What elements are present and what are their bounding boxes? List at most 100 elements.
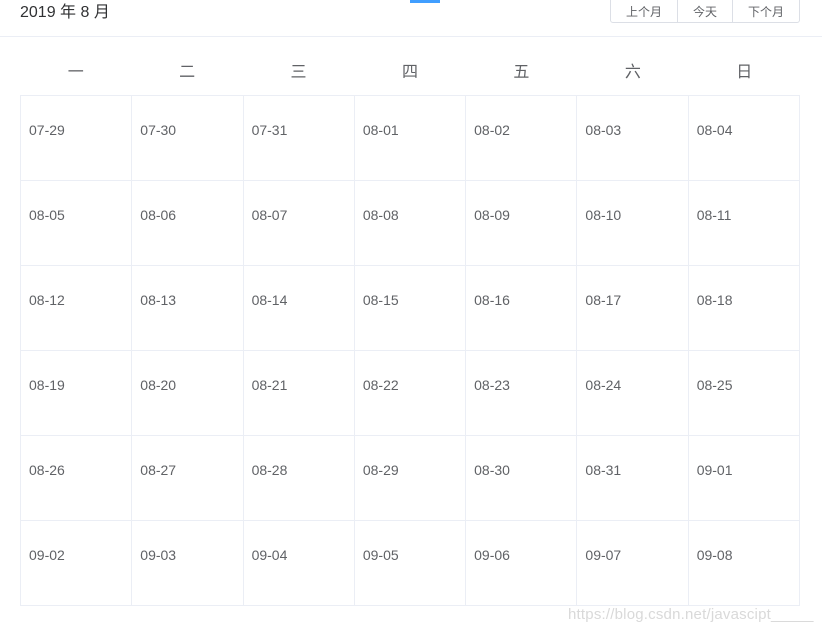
calendar-day-cell[interactable]: 08-13 — [131, 265, 244, 351]
calendar-day-label: 08-30 — [474, 462, 510, 478]
calendar-day-cell[interactable]: 08-03 — [576, 95, 689, 181]
calendar-day-cell[interactable]: 08-04 — [687, 95, 801, 181]
calendar-week-row: 09-02 09-03 09-04 09-05 09-06 09-07 09-08 — [19, 520, 801, 606]
calendar-day-label: 07-29 — [29, 122, 65, 138]
today-button[interactable]: 今天 — [678, 0, 733, 22]
calendar-day-label: 08-26 — [29, 462, 65, 478]
calendar-day-label: 08-24 — [585, 377, 622, 393]
calendar-day-cell[interactable]: 08-10 — [576, 180, 689, 266]
calendar-day-label: 08-09 — [474, 207, 510, 223]
weekday-mon: 一 — [67, 64, 84, 81]
calendar-day-label: 08-22 — [362, 377, 399, 393]
calendar-day-label: 07-31 — [251, 122, 288, 138]
calendar-day-label: 08-06 — [140, 207, 177, 223]
calendar-day-cell[interactable]: 08-15 — [353, 265, 467, 351]
calendar-day-label: 08-04 — [696, 122, 733, 138]
weekday-sun: 日 — [736, 64, 753, 81]
calendar-day-label: 08-10 — [585, 207, 622, 223]
prev-month-button[interactable]: 上个月 — [611, 0, 678, 22]
calendar-day-cell[interactable]: 08-27 — [131, 435, 244, 521]
calendar-day-label: 08-14 — [251, 292, 288, 308]
calendar-grid: 07-29 07-30 07-31 08-01 08-02 08-03 08-04 08-05… — [19, 95, 801, 606]
calendar-day-cell[interactable]: 08-24 — [576, 350, 689, 436]
calendar-day-cell[interactable]: 08-23 — [465, 350, 578, 436]
calendar-day-cell[interactable]: 08-22 — [353, 350, 467, 436]
calendar-week-row: 08-12 08-13 08-14 08-15 08-16 08-17 08-18 — [19, 265, 801, 351]
weekday-thu: 四 — [401, 64, 418, 81]
calendar-day-cell[interactable]: 09-04 — [242, 520, 355, 606]
calendar-day-cell[interactable]: 09-08 — [687, 520, 801, 606]
calendar-day-label: 08-25 — [696, 377, 733, 393]
calendar-day-cell[interactable]: 08-17 — [576, 265, 689, 351]
calendar-day-cell[interactable]: 08-16 — [465, 265, 578, 351]
calendar-day-label: 08-05 — [29, 207, 65, 223]
calendar-day-cell[interactable]: 09-02 — [19, 520, 133, 606]
calendar-week-row: 08-26 08-27 08-28 08-29 08-30 08-31 09-01 — [19, 435, 801, 521]
calendar-day-label: 09-03 — [140, 547, 177, 563]
calendar-day-label: 09-08 — [696, 547, 733, 563]
calendar-day-cell[interactable]: 08-19 — [19, 350, 133, 436]
calendar-day-label: 08-01 — [362, 122, 399, 138]
calendar-day-label: 08-20 — [140, 377, 177, 393]
calendar-day-cell[interactable]: 08-31 — [576, 435, 689, 521]
calendar-day-cell[interactable]: 08-21 — [242, 350, 355, 436]
calendar-day-cell[interactable]: 08-09 — [465, 180, 578, 266]
calendar-day-label: 08-29 — [362, 462, 399, 478]
calendar-day-label: 08-17 — [585, 292, 622, 308]
calendar-day-label: 09-04 — [251, 547, 288, 563]
weekday-wed: 三 — [290, 64, 307, 81]
watermark: https://blog.csdn.net/javascipt_____ — [568, 606, 814, 623]
calendar-day-cell[interactable]: 08-11 — [687, 180, 801, 266]
weekday-header: 一 二 三 四 五 六 日 — [20, 62, 800, 84]
calendar-day-cell[interactable]: 08-06 — [131, 180, 244, 266]
calendar-day-cell[interactable]: 08-28 — [242, 435, 355, 521]
calendar-day-label: 08-21 — [251, 377, 288, 393]
calendar-day-cell[interactable]: 08-20 — [131, 350, 244, 436]
calendar-day-cell[interactable]: 08-01 — [353, 95, 467, 181]
calendar-week-row: 08-19 08-20 08-21 08-22 08-23 08-24 08-25 — [19, 350, 801, 436]
calendar-day-label: 09-01 — [696, 462, 733, 478]
calendar-day-label: 07-30 — [140, 122, 177, 138]
calendar-day-cell[interactable]: 08-29 — [353, 435, 467, 521]
calendar-day-label: 08-15 — [362, 292, 399, 308]
weekday-tue: 二 — [179, 64, 196, 81]
month-navigation: 上个月 今天 下个月 — [610, 0, 800, 23]
calendar-day-label: 08-08 — [362, 207, 399, 223]
calendar-day-label: 08-31 — [585, 462, 622, 478]
calendar-day-cell[interactable]: 09-06 — [465, 520, 578, 606]
weekday-fri: 五 — [513, 64, 530, 81]
next-month-button[interactable]: 下个月 — [733, 0, 799, 22]
calendar-day-cell[interactable]: 09-05 — [353, 520, 467, 606]
calendar-day-cell[interactable]: 07-30 — [131, 95, 244, 181]
calendar-day-cell[interactable]: 09-01 — [687, 435, 801, 521]
calendar-day-cell[interactable]: 08-08 — [353, 180, 467, 266]
calendar-day-label: 08-19 — [29, 377, 65, 393]
calendar-day-label: 08-02 — [474, 122, 510, 138]
weekday-sat: 六 — [624, 64, 641, 81]
calendar-day-label: 08-16 — [474, 292, 510, 308]
calendar-day-label: 08-27 — [140, 462, 177, 478]
calendar-day-cell[interactable]: 07-31 — [242, 95, 355, 181]
calendar-day-cell[interactable]: 07-29 — [19, 95, 133, 181]
calendar-day-label: 09-07 — [585, 547, 622, 563]
calendar-day-cell[interactable]: 09-03 — [131, 520, 244, 606]
calendar-day-cell[interactable]: 08-30 — [465, 435, 578, 521]
calendar-day-label: 09-05 — [362, 547, 399, 563]
calendar-day-cell[interactable]: 08-18 — [687, 265, 801, 351]
calendar-day-label: 08-13 — [140, 292, 177, 308]
calendar-day-label: 08-07 — [251, 207, 288, 223]
calendar-day-cell[interactable]: 08-05 — [19, 180, 133, 266]
calendar-day-cell[interactable]: 08-14 — [242, 265, 355, 351]
calendar-day-cell[interactable]: 08-25 — [687, 350, 801, 436]
calendar-day-cell[interactable]: 09-07 — [576, 520, 689, 606]
calendar-week-row: 08-05 08-06 08-07 08-08 08-09 08-10 08-11 — [19, 180, 801, 266]
calendar-day-cell[interactable]: 08-02 — [465, 95, 578, 181]
calendar-day-cell[interactable]: 08-12 — [19, 265, 133, 351]
calendar-day-label: 08-12 — [29, 292, 65, 308]
calendar-header: 2019 年 8 月 上个月 今天 下个月 — [0, 0, 822, 37]
calendar-day-cell[interactable]: 08-07 — [242, 180, 355, 266]
calendar-day-cell[interactable]: 08-26 — [19, 435, 133, 521]
calendar-day-label: 08-28 — [251, 462, 288, 478]
calendar-day-label: 09-06 — [474, 547, 510, 563]
calendar-day-label: 08-11 — [696, 207, 732, 223]
